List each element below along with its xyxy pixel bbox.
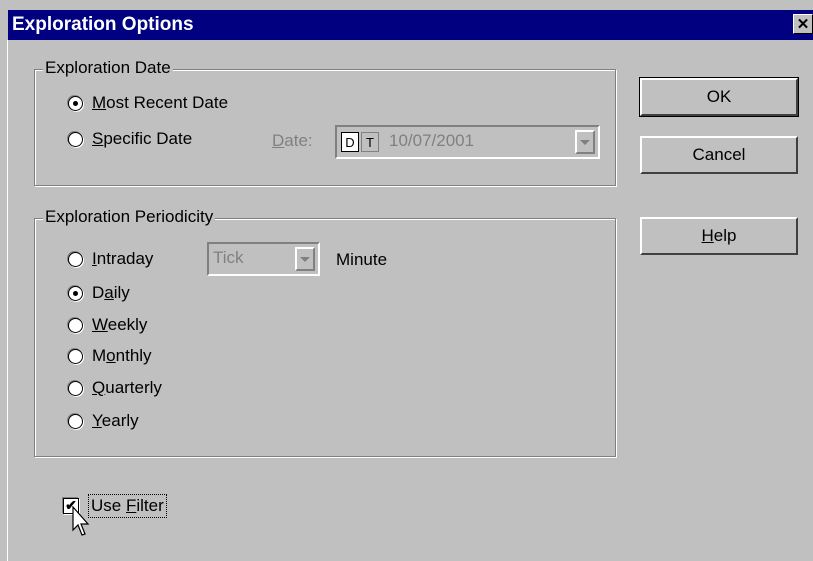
date-field-label: Date: [272,131,313,150]
use-filter-label[interactable]: Use Filter [88,494,167,518]
date-value: 10/07/2001 [389,131,475,150]
monthly-label: Monthly [92,346,152,365]
date-dropdown-button[interactable] [575,130,595,154]
specific-date-label: Specific Date [92,129,193,148]
intraday-label: Intraday [92,249,154,268]
cancel-button[interactable]: Cancel [640,136,798,174]
radio-button-icon [68,131,83,147]
quarterly-label: Quarterly [92,378,162,397]
close-icon: ✕ [796,16,810,33]
window-left-edge [0,40,8,561]
radio-button-icon [68,348,83,364]
mouse-pointer-icon [72,506,90,536]
close-button[interactable]: ✕ [793,14,813,34]
radio-specific-date[interactable]: Specific Date [68,128,192,150]
exploration-periodicity-legend: Exploration Periodicity [43,207,216,227]
radio-button-icon [68,95,83,111]
window-title: Exploration Options [12,14,194,35]
yearly-label: Yearly [92,411,139,430]
radio-weekly[interactable]: Weekly [68,314,147,336]
help-button[interactable]: Help [640,217,798,255]
exploration-date-legend: Exploration Date [43,58,173,78]
radio-intraday[interactable]: Intraday [68,248,153,270]
date-toggle-button[interactable]: D [341,132,359,152]
radio-quarterly[interactable]: Quarterly [68,377,162,399]
title-bar[interactable]: Exploration Options ✕ [8,10,813,40]
radio-most-recent-date[interactable]: Most Recent Date [68,92,228,114]
radio-button-icon [68,285,83,301]
help-button-label: Help [701,226,737,245]
tick-dropdown[interactable]: Tick [207,242,320,276]
tick-value: Tick [213,248,244,267]
radio-button-icon [68,380,83,396]
radio-daily[interactable]: Daily [68,282,130,304]
radio-button-icon [68,413,83,429]
tick-dropdown-button[interactable] [295,247,315,271]
chevron-down-icon [580,139,590,145]
minute-label: Minute [336,250,388,269]
most-recent-date-label: Most Recent Date [92,93,229,112]
ok-button[interactable]: OK [639,77,799,117]
radio-monthly[interactable]: Monthly [68,345,152,367]
exploration-options-dialog: Exploration Options ✕ Exploration Date M… [0,0,813,561]
chevron-down-icon [300,256,310,262]
radio-button-icon [68,317,83,333]
time-toggle-button[interactable]: T [361,132,379,152]
radio-yearly[interactable]: Yearly [68,410,139,432]
date-picker-field[interactable]: D T 10/07/2001 [335,125,600,159]
radio-button-icon [68,251,83,267]
weekly-label: Weekly [92,315,148,334]
daily-label: Daily [92,283,130,302]
